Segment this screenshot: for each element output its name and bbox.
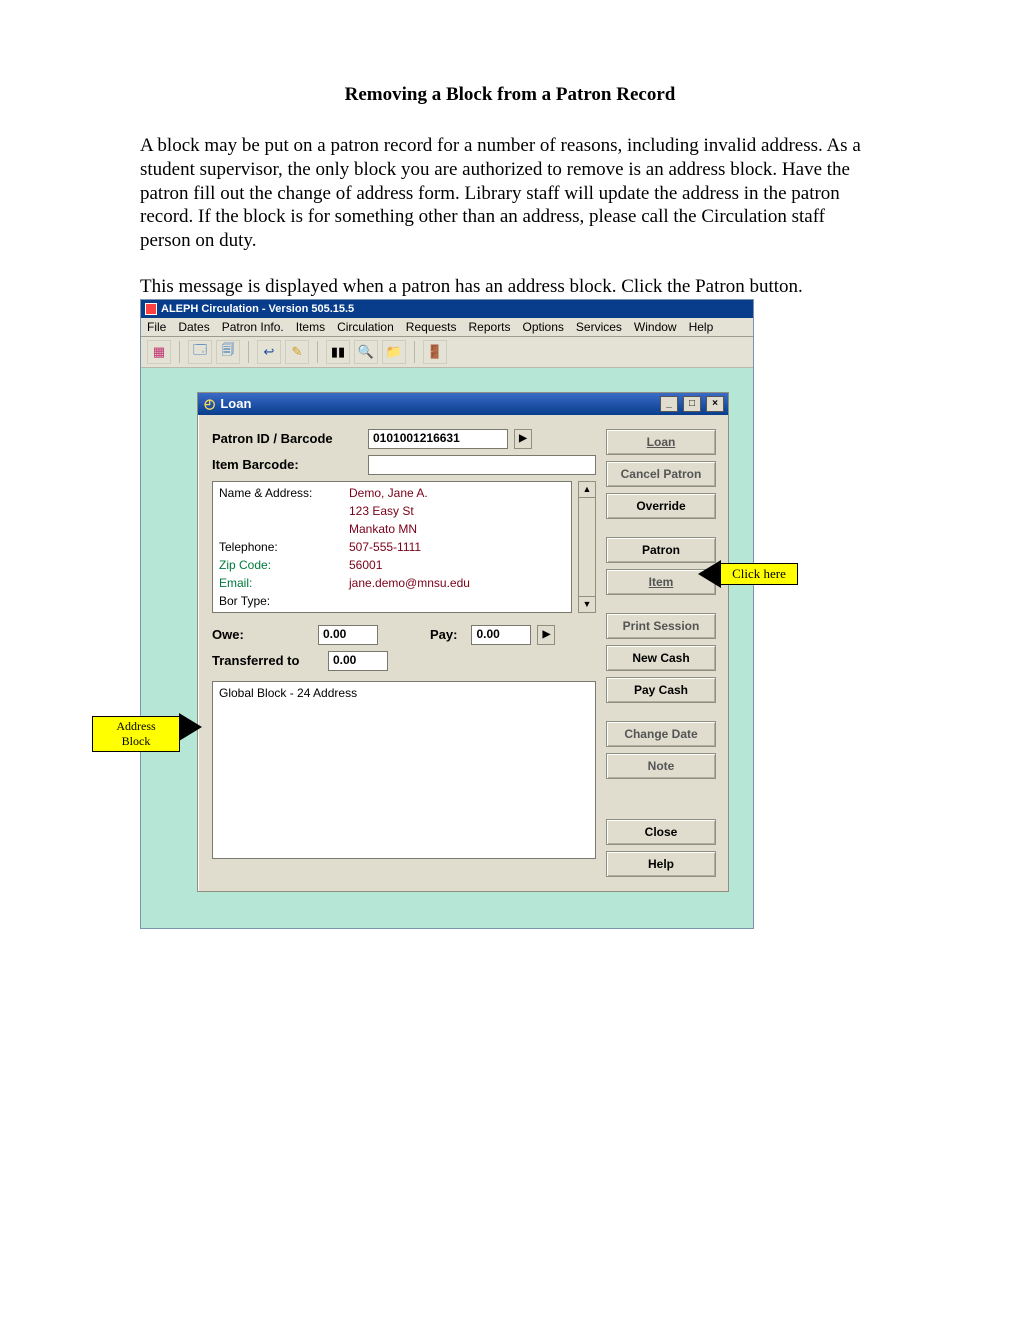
help-button[interactable]: Help bbox=[606, 851, 716, 877]
patron-info-list: Name & Address: Telephone: Zip Code: Ema… bbox=[212, 481, 572, 613]
pay-cash-button[interactable]: Pay Cash bbox=[606, 677, 716, 703]
doc-title: Removing a Block from a Patron Record bbox=[140, 84, 880, 106]
toolbar-btn-5[interactable]: ✎ bbox=[285, 340, 309, 364]
menu-file[interactable]: File bbox=[147, 320, 166, 334]
dialog-right-panel: Loan Cancel Patron Override Patron Item … bbox=[606, 429, 716, 877]
dialog-left-panel: Patron ID / Barcode 0101001216631 ▶ Item… bbox=[212, 429, 596, 877]
app-title: ALEPH Circulation - Version 505.15.5 bbox=[161, 303, 354, 315]
block-message-text: Global Block - 24 Address bbox=[219, 686, 357, 700]
note-button[interactable]: Note bbox=[606, 753, 716, 779]
toolbar-separator bbox=[317, 341, 318, 363]
owe-value: 0.00 bbox=[318, 625, 378, 645]
patron-zip: 56001 bbox=[349, 558, 565, 576]
block-message-area: Global Block - 24 Address bbox=[212, 681, 596, 859]
change-date-button[interactable]: Change Date bbox=[606, 721, 716, 747]
toolbar-btn-7[interactable]: 🔍 bbox=[354, 340, 378, 364]
menu-services[interactable]: Services bbox=[576, 320, 622, 334]
screenshot-wrapper: ALEPH Circulation - Version 505.15.5 Fil… bbox=[140, 299, 880, 929]
toolbar-btn-2[interactable]: 🗔 bbox=[188, 340, 212, 364]
close-x-button[interactable]: × bbox=[706, 396, 724, 412]
app-icon bbox=[145, 303, 157, 315]
toolbar-separator bbox=[248, 341, 249, 363]
patron-id-input[interactable]: 0101001216631 bbox=[368, 429, 508, 449]
dialog-titlebar: ◴ Loan _ □ × bbox=[198, 393, 728, 415]
toolbar: ▦ 🗔 🗐 ↩ ✎ ▮▮ 🔍 📁 🚪 bbox=[141, 337, 753, 368]
menu-window[interactable]: Window bbox=[634, 320, 677, 334]
loan-dialog: ◴ Loan _ □ × Patron ID / Barcode 0101001… bbox=[197, 392, 729, 892]
patron-email: jane.demo@mnsu.edu bbox=[349, 576, 565, 594]
owe-label: Owe: bbox=[212, 627, 312, 642]
toolbar-btn-8[interactable]: 📁 bbox=[382, 340, 406, 364]
email-label: Email: bbox=[219, 576, 349, 594]
workspace: ◴ Loan _ □ × Patron ID / Barcode 0101001… bbox=[141, 368, 753, 928]
patron-id-lookup-button[interactable]: ▶ bbox=[514, 429, 532, 449]
menu-reports[interactable]: Reports bbox=[469, 320, 511, 334]
main-menu: File Dates Patron Info. Items Circulatio… bbox=[141, 318, 753, 337]
info-scrollbar[interactable]: ▲ ▼ bbox=[578, 481, 596, 613]
menu-circulation[interactable]: Circulation bbox=[337, 320, 394, 334]
bor-type-label: Bor Type: bbox=[219, 594, 349, 612]
toolbar-btn-4[interactable]: ↩ bbox=[257, 340, 281, 364]
patron-telephone: 507-555-1111 bbox=[349, 540, 565, 558]
menu-items[interactable]: Items bbox=[296, 320, 325, 334]
pay-go-button[interactable]: ▶ bbox=[537, 625, 555, 645]
scroll-up-icon[interactable]: ▲ bbox=[579, 482, 595, 498]
loan-button[interactable]: Loan bbox=[606, 429, 716, 455]
patron-addr2: Mankato MN bbox=[349, 522, 565, 540]
address-block-arrow-icon bbox=[179, 714, 201, 740]
name-address-label: Name & Address: bbox=[219, 486, 349, 504]
patron-id-label: Patron ID / Barcode bbox=[212, 431, 362, 446]
zip-label: Zip Code: bbox=[219, 558, 349, 576]
new-cash-button[interactable]: New Cash bbox=[606, 645, 716, 671]
minimize-button[interactable]: _ bbox=[660, 396, 678, 412]
dialog-icon: ◴ bbox=[204, 396, 215, 412]
override-button[interactable]: Override bbox=[606, 493, 716, 519]
pay-label: Pay: bbox=[430, 627, 457, 642]
menu-help[interactable]: Help bbox=[689, 320, 714, 334]
print-session-button[interactable]: Print Session bbox=[606, 613, 716, 639]
menu-requests[interactable]: Requests bbox=[406, 320, 457, 334]
menu-patron-info[interactable]: Patron Info. bbox=[222, 320, 284, 334]
app-titlebar: ALEPH Circulation - Version 505.15.5 bbox=[141, 300, 753, 318]
transferred-label: Transferred to bbox=[212, 653, 322, 668]
menu-options[interactable]: Options bbox=[523, 320, 564, 334]
maximize-button[interactable]: □ bbox=[683, 396, 701, 412]
scroll-down-icon[interactable]: ▼ bbox=[579, 596, 595, 612]
pay-input[interactable]: 0.00 bbox=[471, 625, 531, 645]
cancel-patron-button[interactable]: Cancel Patron bbox=[606, 461, 716, 487]
toolbar-separator bbox=[179, 341, 180, 363]
toolbar-btn-1[interactable]: ▦ bbox=[147, 340, 171, 364]
dialog-title: Loan bbox=[220, 396, 655, 411]
patron-name: Demo, Jane A. bbox=[349, 486, 565, 504]
click-here-callout: Click here bbox=[720, 563, 798, 585]
item-barcode-input[interactable] bbox=[368, 455, 596, 475]
address-block-callout: Address Block bbox=[92, 716, 180, 752]
patron-addr1: 123 Easy St bbox=[349, 504, 565, 522]
menu-dates[interactable]: Dates bbox=[178, 320, 209, 334]
app-window: ALEPH Circulation - Version 505.15.5 Fil… bbox=[140, 299, 754, 929]
transferred-value: 0.00 bbox=[328, 651, 388, 671]
toolbar-btn-9[interactable]: 🚪 bbox=[423, 340, 447, 364]
item-barcode-label: Item Barcode: bbox=[212, 457, 362, 472]
toolbar-separator bbox=[414, 341, 415, 363]
click-here-arrow-icon bbox=[699, 561, 721, 587]
toolbar-btn-3[interactable]: 🗐 bbox=[216, 340, 240, 364]
close-button[interactable]: Close bbox=[606, 819, 716, 845]
toolbar-btn-6[interactable]: ▮▮ bbox=[326, 340, 350, 364]
intro-paragraph: A block may be put on a patron record fo… bbox=[140, 134, 880, 253]
telephone-label: Telephone: bbox=[219, 540, 349, 558]
instruction-paragraph: This message is displayed when a patron … bbox=[140, 275, 880, 299]
